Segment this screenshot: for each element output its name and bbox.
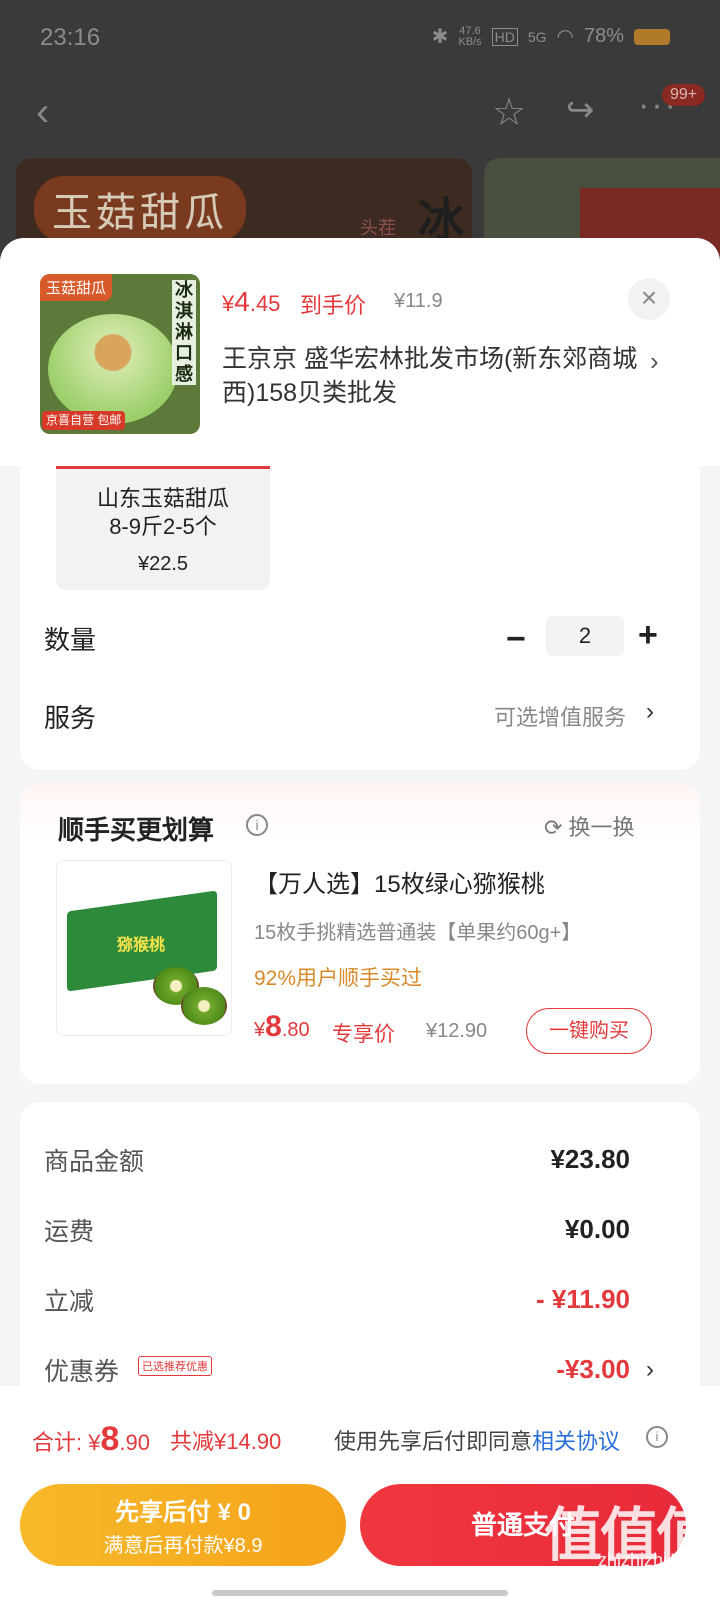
goods-amount-label: 商品金额	[44, 1148, 145, 1176]
status-bar: 23:16 ✱ 47.6 KB/s HD 5G ◠ 78%	[0, 0, 720, 76]
chevron-right-icon[interactable]: ›	[650, 346, 659, 377]
agreement-link[interactable]: 相关协议	[532, 1429, 620, 1454]
battery-percent: 78%	[583, 25, 624, 47]
net-speed: 47.6 KB/s	[458, 24, 482, 48]
pay-later-title: 先享后付 ¥ 0	[114, 1499, 252, 1526]
freight-label: 运费	[44, 1218, 95, 1246]
addon-product-subtitle: 15枚手挑精选普通装【单果约60g+】	[254, 922, 582, 944]
bluetooth-icon: ✱	[431, 26, 449, 48]
battery-icon	[634, 28, 670, 45]
watermark-url: zhizhizhi.com	[597, 1550, 706, 1570]
quantity-minus-button[interactable]: −	[506, 620, 526, 659]
thumbnail-tag: 玉菇甜瓜	[40, 274, 113, 301]
addon-title: 顺手买更划算	[58, 815, 215, 845]
quantity-plus-button[interactable]: +	[638, 616, 658, 655]
share-icon[interactable]: ↪	[566, 90, 595, 130]
sheet-header: 玉菇甜瓜 冰淇淋口感 京喜自营 包邮 ¥4.45 到手价 ¥11.9 × 王京京…	[0, 238, 720, 466]
melon-image	[48, 314, 178, 424]
coupon-tag: 已选推荐优惠	[138, 1356, 212, 1376]
coupon-value[interactable]: -¥3.00	[556, 1354, 630, 1385]
pay-later-subtitle: 满意后再付款¥8.9	[103, 1535, 263, 1557]
price-summary-card: 商品金额 ¥23.80 运费 ¥0.00 立减 - ¥11.90 优惠券 已选推…	[20, 1102, 700, 1402]
wifi-icon: ◠	[556, 26, 574, 48]
total-price: 合计: ¥8.90	[32, 1420, 150, 1458]
discount-value: - ¥11.90	[536, 1284, 630, 1314]
addon-product-image[interactable]: 猕猴桃	[56, 860, 232, 1036]
final-price-label: 到手价	[300, 293, 367, 318]
sku-price: ¥22.5	[137, 553, 189, 575]
addon-price: ¥8.80	[254, 1010, 310, 1043]
service-label: 服务	[44, 703, 97, 733]
kiwi-image	[181, 987, 227, 1025]
banner-title: 玉菇甜瓜	[34, 176, 246, 242]
banner-tou: 头茬	[360, 218, 396, 238]
one-click-buy-button[interactable]: 一键购买	[526, 1008, 652, 1054]
info-icon[interactable]: i	[646, 1426, 668, 1448]
thumbnail-badge: 京喜自营 包邮	[42, 411, 126, 430]
service-value[interactable]: 可选增值服务	[494, 700, 626, 732]
delivery-address[interactable]: 王京京 盛华宏林批发市场(新东郊商城西)158贝类批发	[222, 342, 642, 410]
chevron-right-icon[interactable]: ›	[646, 698, 654, 726]
goods-amount-value: ¥23.80	[550, 1144, 630, 1174]
chevron-right-icon[interactable]: ›	[646, 1356, 654, 1384]
status-icons: ✱ 47.6 KB/s HD 5G ◠ 78%	[432, 24, 670, 49]
product-thumbnail: 玉菇甜瓜 冰淇淋口感 京喜自营 包邮	[40, 274, 200, 434]
info-icon[interactable]: i	[246, 814, 268, 836]
coupon-label: 优惠券	[44, 1358, 120, 1386]
quantity-input[interactable]: 2	[546, 616, 624, 656]
background-page: 23:16 ✱ 47.6 KB/s HD 5G ◠ 78% ‹ ☆ ↪ ··· 9…	[0, 0, 720, 260]
freight-value: ¥0.00	[564, 1214, 630, 1244]
hd-icon: HD	[491, 27, 518, 46]
addon-original-price: ¥12.90	[426, 1020, 488, 1042]
original-price: ¥11.9	[394, 290, 443, 312]
sku-name: 山东玉菇甜瓜 8-9斤2-5个	[96, 486, 229, 539]
options-card: 山东玉菇甜瓜 8-9斤2-5个 ¥22.5 数量 − 2 + 服务 可选增值服务 …	[20, 466, 700, 770]
addon-product-title[interactable]: 【万人选】15枚绿心猕猴桃	[254, 864, 545, 899]
box-label: 猕猴桃	[117, 937, 166, 954]
quantity-label: 数量	[44, 625, 97, 655]
thumbnail-side-text: 冰淇淋口感	[172, 280, 196, 385]
swap-button[interactable]: ⟳ 换一换	[544, 810, 635, 842]
notification-badge: 99+	[662, 84, 706, 106]
total-reduction: 共减¥14.90	[170, 1429, 282, 1454]
star-icon[interactable]: ☆	[492, 90, 526, 135]
top-nav: ‹ ☆ ↪ ··· 99+	[0, 76, 720, 146]
pay-later-button[interactable]: 先享后付 ¥ 0 满意后再付款¥8.9	[20, 1484, 346, 1566]
back-icon[interactable]: ‹	[36, 92, 49, 132]
final-price: ¥4.45	[222, 286, 281, 317]
home-indicator[interactable]	[212, 1590, 508, 1596]
status-time: 23:16	[40, 24, 101, 51]
addon-product-tip: 92%用户顺手买过	[254, 967, 423, 990]
close-button[interactable]: ×	[628, 278, 670, 320]
sku-option-selected[interactable]: 山东玉菇甜瓜 8-9斤2-5个 ¥22.5	[56, 466, 270, 590]
agreement-text: 使用先享后付即同意相关协议	[334, 1429, 621, 1454]
signal-icon: 5G	[527, 28, 547, 45]
addon-price-label: 专享价	[332, 1023, 395, 1046]
discount-label: 立减	[44, 1288, 95, 1316]
addon-card: 顺手买更划算 i ⟳ 换一换 猕猴桃 【万人选】15枚绿心猕猴桃 15枚手挑精选…	[20, 782, 700, 1084]
